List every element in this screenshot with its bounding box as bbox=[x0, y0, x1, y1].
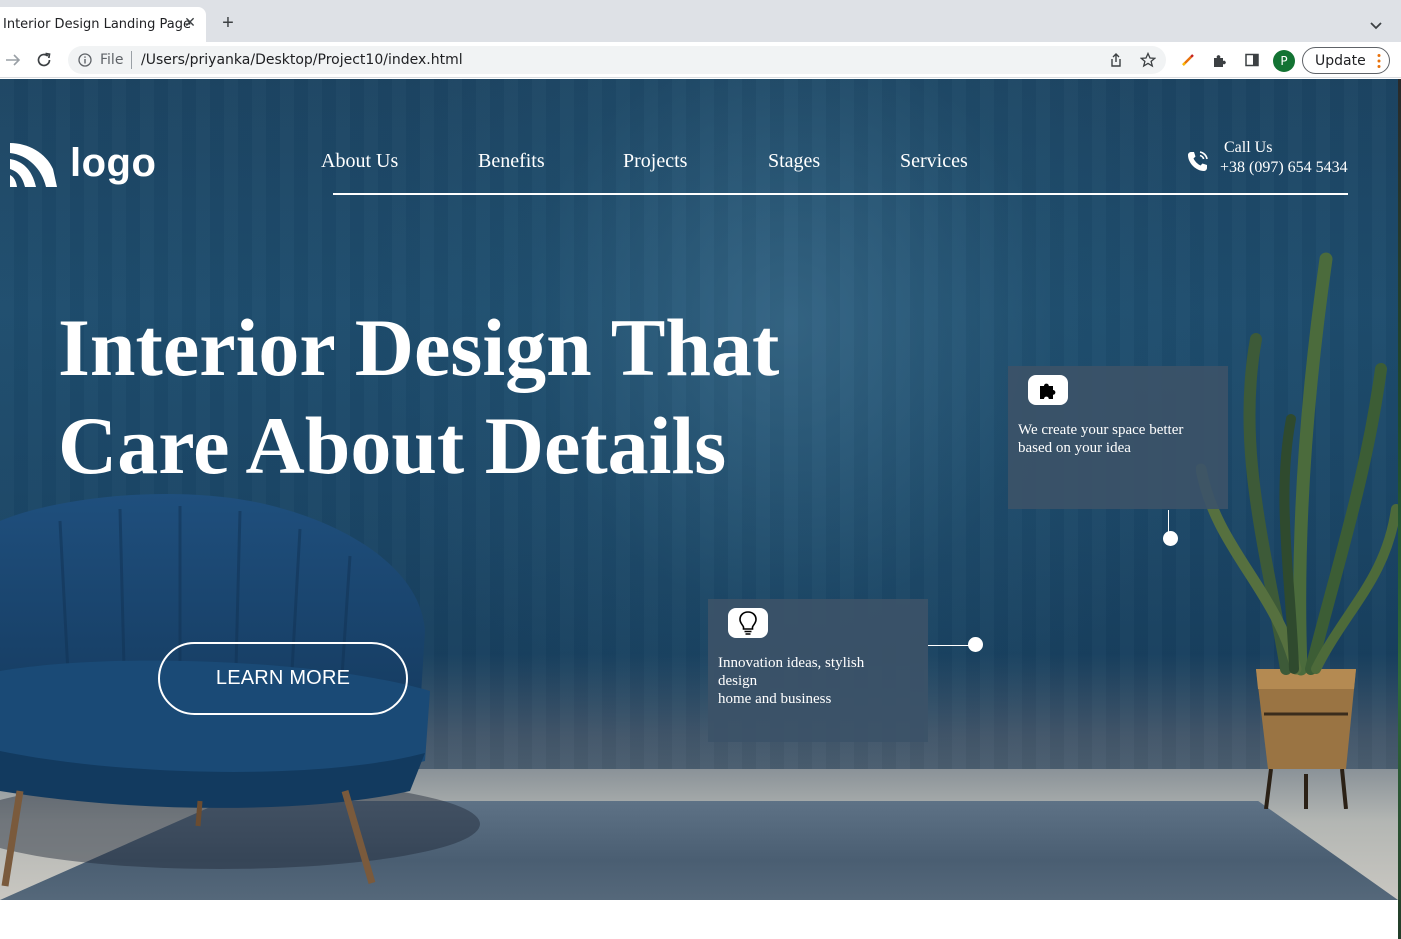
browser-tab[interactable]: Interior Design Landing Page ✕ bbox=[0, 7, 206, 42]
side-panel-icon[interactable] bbox=[1244, 52, 1260, 68]
extensions-puzzle-icon[interactable] bbox=[1212, 52, 1228, 68]
card-text-line: Innovation ideas, stylish bbox=[718, 655, 865, 671]
feature-card-idea: We create your space better based on you… bbox=[1008, 366, 1228, 509]
color-picker-extension-icon[interactable] bbox=[1180, 52, 1196, 68]
call-us[interactable]: Call Us +38 (097) 654 5434 bbox=[1186, 137, 1351, 181]
connector-line bbox=[1168, 510, 1169, 532]
nav-services[interactable]: Services bbox=[900, 150, 968, 173]
call-label: Call Us bbox=[1224, 139, 1273, 156]
card-text-line: based on your idea bbox=[1018, 440, 1131, 456]
headline-line-1: Interior Design That bbox=[58, 302, 780, 393]
hotspot-dot[interactable] bbox=[968, 637, 983, 652]
url-separator bbox=[131, 51, 132, 69]
card-text: We create your space better based on you… bbox=[1018, 421, 1183, 457]
logo-text: logo bbox=[70, 141, 157, 185]
headline-line-2: Care About Details bbox=[58, 400, 727, 491]
new-tab-icon[interactable]: + bbox=[218, 13, 238, 33]
browser-tab-strip: Interior Design Landing Page ✕ + bbox=[0, 0, 1401, 42]
learn-more-button[interactable]: LEARN MORE bbox=[158, 642, 408, 715]
hero-headline: Interior Design That Care About Details bbox=[58, 299, 878, 495]
bookmark-star-icon[interactable] bbox=[1140, 52, 1156, 68]
learn-more-label: LEARN MORE bbox=[215, 667, 351, 689]
hotspot-dot[interactable] bbox=[1163, 531, 1178, 546]
plant-illustration bbox=[1196, 252, 1398, 809]
nav-projects[interactable]: Projects bbox=[623, 150, 687, 173]
card-text-line: We create your space better bbox=[1018, 422, 1184, 438]
nav-stages[interactable]: Stages bbox=[768, 150, 820, 173]
logo-mark-icon bbox=[10, 143, 57, 187]
url-text[interactable]: /Users/priyanka/Desktop/Project10/index.… bbox=[141, 52, 463, 68]
more-menu-icon[interactable] bbox=[1377, 53, 1381, 69]
card-icon-box bbox=[728, 608, 768, 638]
update-button[interactable]: Update bbox=[1302, 47, 1390, 74]
phone-icon bbox=[1188, 151, 1208, 171]
forward-icon[interactable] bbox=[3, 50, 23, 70]
url-scheme: File bbox=[100, 52, 124, 68]
close-tab-icon[interactable]: ✕ bbox=[183, 15, 197, 29]
site-info-icon[interactable] bbox=[78, 53, 92, 67]
nav-about-us[interactable]: About Us bbox=[321, 150, 398, 173]
card-text-line: home and business bbox=[718, 691, 832, 707]
update-label: Update bbox=[1315, 53, 1366, 69]
puzzle-icon bbox=[1040, 383, 1056, 399]
phone-number[interactable]: +38 (097) 654 5434 bbox=[1220, 159, 1348, 177]
connector-line bbox=[928, 645, 970, 646]
profile-avatar[interactable]: P bbox=[1273, 50, 1295, 72]
card-text-line: design bbox=[718, 673, 758, 689]
feature-card-innovation: Innovation ideas, stylish design home an… bbox=[708, 599, 928, 742]
tab-search-chevron-icon[interactable] bbox=[1366, 15, 1386, 35]
lightbulb-icon bbox=[739, 611, 757, 635]
nav-benefits[interactable]: Benefits bbox=[478, 150, 545, 173]
address-bar[interactable]: File /Users/priyanka/Desktop/Project10/i… bbox=[68, 46, 1166, 74]
hero-section: logo About Us Benefits Projects Stages S… bbox=[0, 79, 1398, 900]
card-icon-box bbox=[1028, 375, 1068, 405]
share-icon[interactable] bbox=[1108, 52, 1124, 68]
browser-toolbar: File /Users/priyanka/Desktop/Project10/i… bbox=[0, 42, 1401, 78]
reload-icon[interactable] bbox=[34, 50, 54, 70]
tab-title: Interior Design Landing Page bbox=[3, 17, 191, 32]
site-logo[interactable]: logo bbox=[8, 139, 157, 189]
card-text: Innovation ideas, stylish design home an… bbox=[718, 654, 864, 708]
